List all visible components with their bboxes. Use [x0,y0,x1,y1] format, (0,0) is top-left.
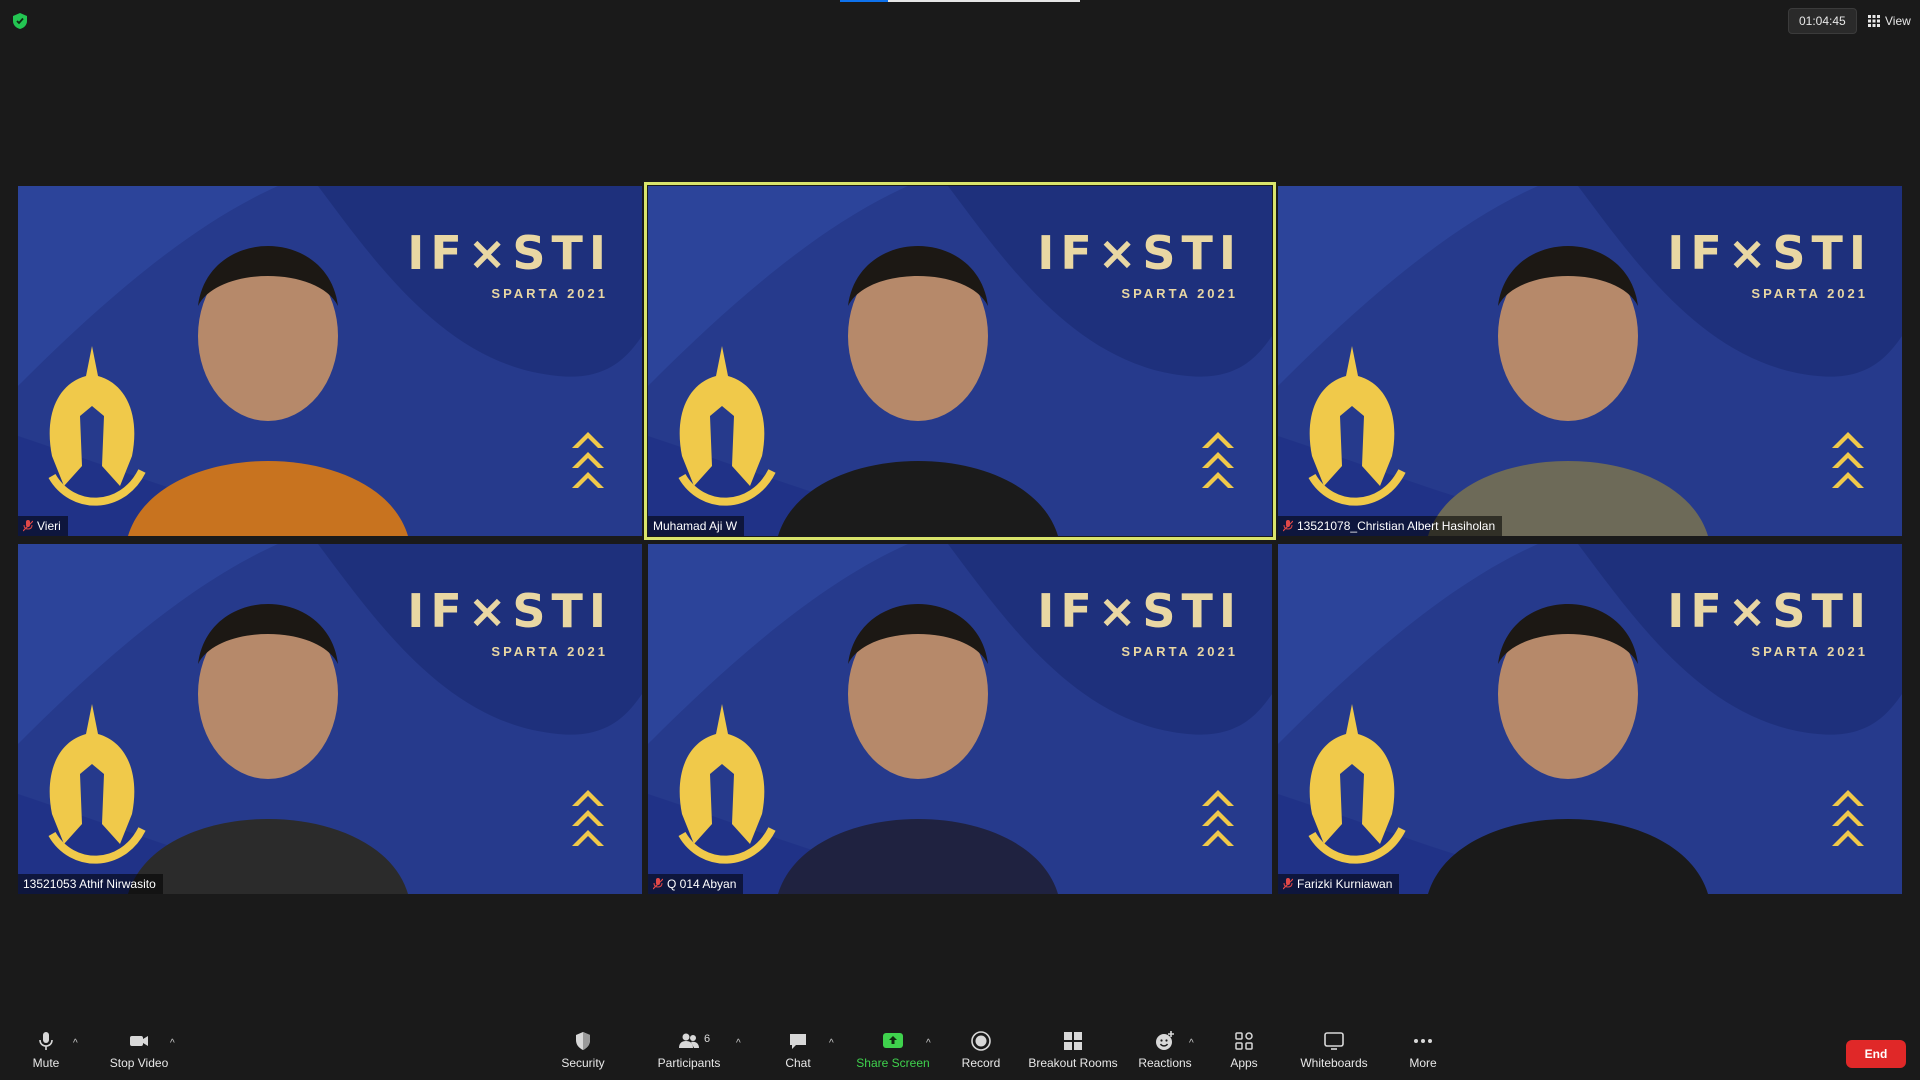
mute-button[interactable]: Mute [26,1028,66,1078]
view-button[interactable]: View [1862,8,1917,34]
muted-microphone-icon [653,878,663,890]
participants-count: 6 [704,1033,711,1045]
end-meeting-button[interactable]: End [1846,1040,1906,1068]
top-indicator-bar [840,0,1080,2]
video-tile[interactable]: IF×STI SPARTA 2021 Vieri [18,186,642,536]
microphone-icon [39,1032,53,1050]
chat-bubble-icon [790,1034,806,1049]
audio-options-caret[interactable]: ^ [73,1038,78,1049]
meeting-toolbar: Mute ^ Stop Video ^ Security Participant… [0,1024,1920,1080]
reactions-smiley-icon [1156,1031,1174,1050]
whiteboards-button[interactable]: Whiteboards [1296,1028,1372,1078]
video-tile[interactable]: IF×STI SPARTA 2021 13521053 Athif Nirwas… [18,544,642,894]
video-tile[interactable]: IF×STI SPARTA 2021 Muhamad Aji W [644,182,1276,540]
share-screen-button[interactable]: Share Screen [856,1028,930,1078]
participant-name-tag: Vieri [18,516,68,536]
participants-options-caret[interactable]: ^ [736,1038,741,1049]
video-tile[interactable]: IF×STI SPARTA 2021 Farizki Kurniawan [1278,544,1902,894]
participant-name-tag: 13521053 Athif Nirwasito [18,874,163,894]
apps-icon [1235,1032,1253,1050]
chat-options-caret[interactable]: ^ [829,1038,834,1049]
participant-name-tag: Q 014 Abyan [648,874,744,894]
participants-button[interactable]: Participants [656,1028,722,1078]
participant-name-tag: Farizki Kurniawan [1278,874,1400,894]
participant-video-feed [778,604,1058,894]
participant-video-feed [778,246,1058,536]
participant-name: Q 014 Abyan [667,877,737,891]
breakout-rooms-label: Breakout Rooms [1028,1056,1118,1070]
muted-microphone-icon [1283,878,1293,890]
breakout-rooms-button[interactable]: Breakout Rooms [1028,1028,1118,1078]
share-screen-icon [883,1033,903,1048]
more-ellipsis-icon [1414,1039,1432,1043]
security-label: Security [561,1056,605,1070]
reactions-button[interactable]: Reactions [1138,1028,1192,1078]
grid-view-icon [1868,15,1880,27]
more-button[interactable]: More [1406,1028,1440,1078]
reactions-options-caret[interactable]: ^ [1189,1038,1194,1049]
participant-video-feed [1428,604,1708,894]
whiteboard-icon [1324,1032,1344,1050]
participant-video-feed [128,246,408,536]
participant-video-feed [1428,246,1708,536]
encryption-shield-icon[interactable] [12,12,28,30]
video-tile[interactable]: IF×STI SPARTA 2021 Q 014 Abyan [648,544,1272,894]
video-camera-icon [130,1036,148,1046]
participant-name: Farizki Kurniawan [1297,877,1393,891]
more-label: More [1409,1056,1437,1070]
mute-label: Mute [32,1056,60,1070]
share-options-caret[interactable]: ^ [926,1038,931,1049]
participant-name: 13521078_Christian Albert Hasiholan [1297,519,1496,533]
reactions-label: Reactions [1138,1056,1192,1070]
gallery-grid: IF×STI SPARTA 2021 Vieri IF×STI SPARTA 2… [18,182,1902,894]
whiteboards-label: Whiteboards [1300,1056,1368,1070]
participants-label: Participants [657,1056,721,1070]
participant-name-tag: Muhamad Aji W [648,516,745,536]
muted-microphone-icon [1283,520,1293,532]
participant-name: 13521053 Athif Nirwasito [23,877,156,891]
participants-icon [679,1033,699,1048]
stop-video-label: Stop Video [109,1056,169,1070]
participant-video-feed [128,604,408,894]
video-tile[interactable]: IF×STI SPARTA 2021 13521078_Christian Al… [1278,186,1902,536]
muted-microphone-icon [23,520,33,532]
record-icon [971,1031,991,1051]
video-options-caret[interactable]: ^ [170,1038,175,1049]
record-label: Record [961,1056,1001,1070]
participant-name-tag: 13521078_Christian Albert Hasiholan [1278,516,1503,536]
apps-label: Apps [1230,1056,1258,1070]
participant-name: Vieri [37,519,61,533]
record-button[interactable]: Record [960,1028,1002,1078]
stop-video-button[interactable]: Stop Video [106,1028,172,1078]
chat-button[interactable]: Chat [782,1028,814,1078]
security-shield-icon [576,1032,590,1050]
security-button[interactable]: Security [558,1028,608,1078]
apps-button[interactable]: Apps [1228,1028,1260,1078]
chat-label: Chat [785,1056,811,1070]
breakout-rooms-icon [1064,1032,1082,1050]
participant-name: Muhamad Aji W [653,519,738,533]
view-label: View [1885,14,1911,28]
meeting-timer: 01:04:45 [1788,8,1857,34]
share-screen-label: Share Screen [856,1056,930,1070]
